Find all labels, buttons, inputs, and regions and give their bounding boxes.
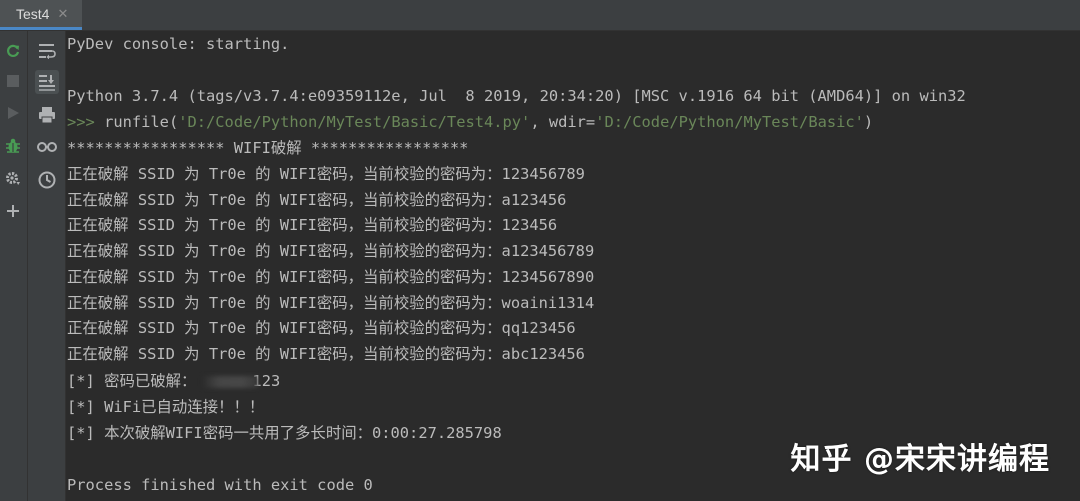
tab-title: Test4	[16, 5, 50, 22]
console-line-header: ***************** WIFI破解 ***************…	[67, 139, 469, 157]
console-line-attempt: 正在破解 SSID 为 Tr0e 的 WIFI密码，当前校验的密码为：qq123…	[67, 319, 576, 337]
prompt-marker: >>>	[67, 113, 105, 131]
redacted-password	[202, 375, 259, 388]
console-line-cracked: [*] 密码已破解： 123	[67, 370, 280, 392]
soft-wrap-icon[interactable]	[35, 39, 59, 63]
console-line-attempt: 正在破解 SSID 为 Tr0e 的 WIFI密码，当前校验的密码为：a1234…	[67, 191, 567, 209]
command-wdir: 'D:/Code/Python/MyTest/Basic'	[595, 113, 864, 131]
debug-icon[interactable]	[2, 135, 24, 157]
scroll-to-end-icon[interactable]	[35, 70, 59, 94]
watermark: 知乎 @宋宋讲编程	[790, 442, 1050, 477]
settings-icon[interactable]	[2, 167, 24, 189]
tab-test4[interactable]: Test4 ✕	[0, 0, 82, 30]
console-line-starting: PyDev console: starting.	[67, 35, 290, 53]
print-icon[interactable]	[35, 103, 59, 127]
add-icon[interactable]	[2, 200, 24, 222]
run-toolbar	[0, 31, 28, 501]
editor-tab-bar: Test4 ✕	[0, 0, 1080, 31]
command-call: runfile(	[104, 113, 179, 131]
console-line-attempt: 正在破解 SSID 为 Tr0e 的 WIFI密码，当前校验的密码为：12345…	[67, 268, 595, 286]
variables-icon[interactable]	[35, 135, 59, 159]
command-path: 'D:/Code/Python/MyTest/Basic/Test4.py'	[178, 113, 531, 131]
cracked-label: [*] 密码已破解：	[67, 372, 197, 390]
console-line-attempt: 正在破解 SSID 为 Tr0e 的 WIFI密码，当前校验的密码为：12345…	[67, 216, 558, 234]
console-line-attempt: 正在破解 SSID 为 Tr0e 的 WIFI密码，当前校验的密码为：a1234…	[67, 242, 595, 260]
close-icon[interactable]: ✕	[57, 6, 68, 22]
console-line-attempt: 正在破解 SSID 为 Tr0e 的 WIFI密码，当前校验的密码为：woain…	[67, 294, 595, 312]
console-line-command: >>> runfile('D:/Code/Python/MyTest/Basic…	[67, 111, 873, 133]
command-mid: , wdir=	[530, 113, 596, 131]
console-line-attempt: 正在破解 SSID 为 Tr0e 的 WIFI密码，当前校验的密码为：abc12…	[67, 345, 585, 363]
console-toolbar	[28, 31, 66, 501]
console-line-version: Python 3.7.4 (tags/v3.7.4:e09359112e, Ju…	[67, 87, 966, 105]
history-icon[interactable]	[35, 168, 59, 192]
command-end: )	[863, 113, 874, 131]
console-line-finished: Process finished with exit code 0	[67, 476, 373, 494]
console-line-elapsed: [*] 本次破解WIFI密码一共用了多长时间：0:00:27.285798	[67, 424, 502, 442]
stop-icon[interactable]	[2, 70, 24, 92]
rerun-icon[interactable]	[2, 40, 24, 62]
console-line-attempt: 正在破解 SSID 为 Tr0e 的 WIFI密码，当前校验的密码为：12345…	[67, 165, 585, 183]
run-icon[interactable]	[2, 102, 24, 124]
console-line-connected: [*] WiFi已自动连接！！！	[67, 398, 265, 416]
console-output[interactable]: PyDev console: starting. Python 3.7.4 (t…	[67, 31, 1080, 501]
